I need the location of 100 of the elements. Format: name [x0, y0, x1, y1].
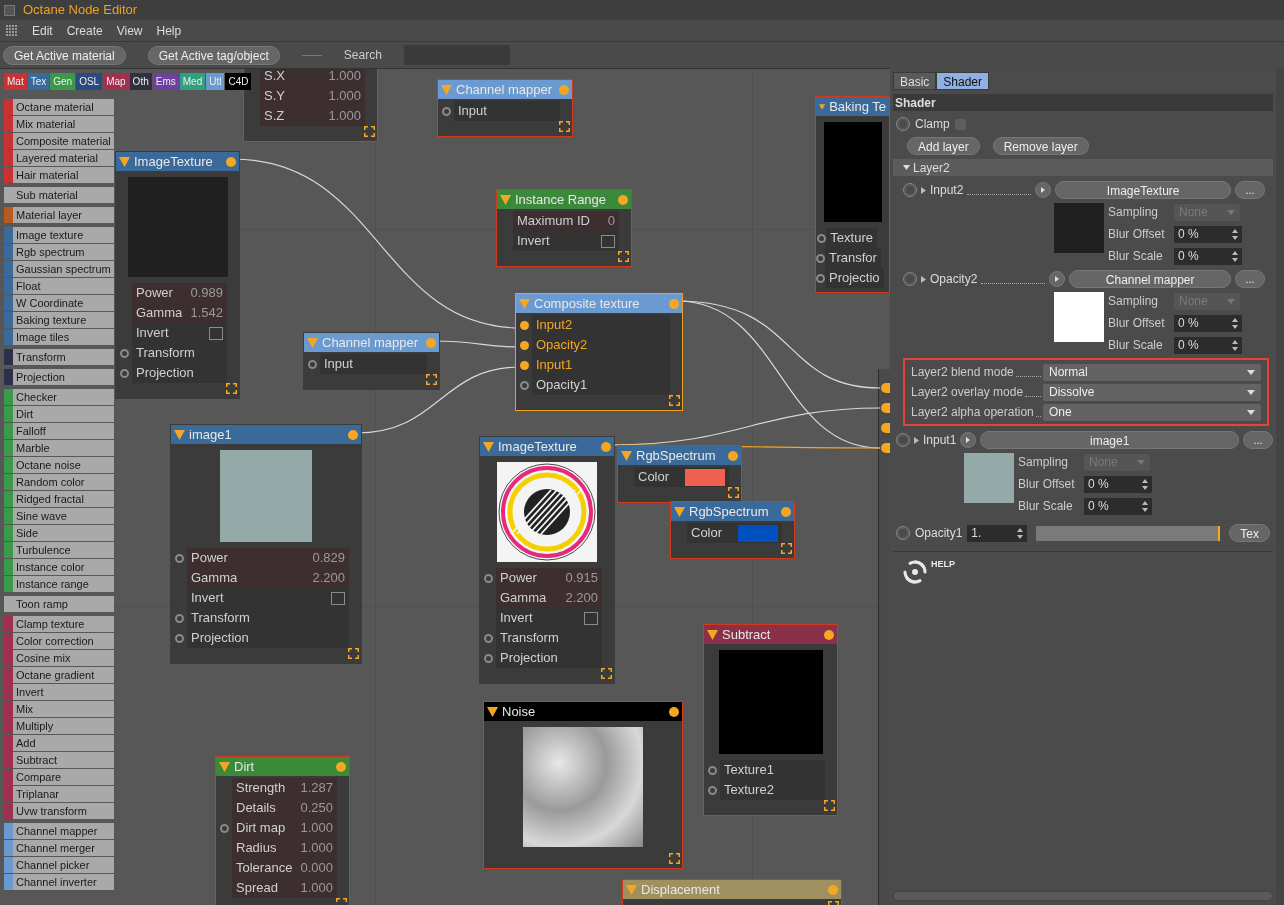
input-port[interactable] [483, 573, 493, 583]
row-value[interactable]: 0 [607, 211, 615, 231]
shader-link-button[interactable]: ImageTexture [1055, 181, 1231, 199]
layer-button[interactable]: Remove layer [992, 137, 1089, 155]
palette-item[interactable]: Instance color [4, 559, 114, 575]
grip-icon[interactable] [6, 24, 18, 37]
category-tab[interactable]: Oth [129, 73, 152, 90]
window-icon[interactable] [4, 4, 15, 16]
input-port[interactable] [519, 380, 529, 390]
spinner-icon[interactable] [1232, 317, 1238, 329]
row-value[interactable]: 1.000 [300, 878, 333, 898]
row-value[interactable]: 1.000 [300, 838, 333, 858]
palette-item[interactable]: Channel inverter [4, 874, 114, 890]
row-value[interactable]: 0.989 [190, 283, 223, 303]
spinner-icon[interactable] [1232, 339, 1238, 351]
palette-item[interactable]: Channel picker [4, 857, 114, 873]
number-field[interactable]: 0 % [1084, 497, 1152, 515]
invert-checkbox[interactable] [601, 234, 615, 248]
color-swatch[interactable] [738, 524, 778, 542]
spinner-icon[interactable] [1142, 500, 1148, 512]
resize-icon[interactable] [824, 800, 835, 811]
palette-item[interactable]: Triplanar [4, 786, 114, 802]
palette-item[interactable]: Composite material [4, 133, 114, 149]
row-value[interactable]: 1.000 [328, 106, 361, 126]
palette-item[interactable]: Transform [4, 349, 114, 365]
category-tab[interactable]: C4D [225, 73, 252, 90]
resize-icon[interactable] [669, 395, 680, 406]
row-value[interactable]: 0.915 [565, 568, 598, 588]
palette-item[interactable]: Side [4, 525, 114, 541]
input-port[interactable] [483, 653, 493, 663]
row-value[interactable]: 0.250 [300, 798, 333, 818]
menu-item[interactable]: Edit [32, 21, 53, 40]
palette-item[interactable]: Image texture [4, 227, 114, 243]
palette-item[interactable]: Instance range [4, 576, 114, 592]
palette-item[interactable]: Turbulence [4, 542, 114, 558]
invert-checkbox[interactable] [584, 611, 598, 625]
number-field[interactable]: 0 % [1174, 225, 1242, 243]
tex-button[interactable]: Tex [1229, 524, 1270, 542]
input-port[interactable] [519, 360, 529, 370]
more-button[interactable]: ... [1235, 270, 1265, 288]
node-header[interactable]: Noise [484, 702, 682, 721]
palette-item[interactable]: Checker [4, 389, 114, 405]
input-port[interactable] [119, 368, 129, 378]
slider-track[interactable] [1036, 525, 1221, 541]
play-button[interactable] [1049, 271, 1066, 287]
palette-item[interactable]: Image tiles [4, 329, 114, 345]
play-button[interactable] [960, 432, 977, 448]
node-card[interactable]: ImageTexture Power 0.989 Gamma 1.542 Invert Transform Projection [115, 151, 240, 399]
spinner-icon[interactable] [1142, 478, 1148, 490]
spinner-icon[interactable] [1232, 228, 1238, 240]
resize-icon[interactable] [559, 121, 570, 132]
resize-icon[interactable] [226, 383, 237, 394]
input-port[interactable] [707, 785, 717, 795]
menu-item[interactable]: View [116, 21, 143, 40]
palette-item[interactable]: Channel mapper [4, 823, 114, 839]
palette-item[interactable]: Octane gradient [4, 667, 114, 683]
expand-triangle-icon[interactable] [914, 436, 919, 444]
palette-item[interactable]: Rgb spectrum [4, 244, 114, 260]
palette-item[interactable]: Ridged fractal [4, 491, 114, 507]
palette-item[interactable]: Add [4, 735, 114, 751]
number-field[interactable]: 0 % [1084, 475, 1152, 493]
input-port[interactable] [174, 553, 184, 563]
expand-triangle-icon[interactable] [921, 275, 926, 283]
palette-item[interactable]: Layered material [4, 150, 114, 166]
input-port[interactable] [174, 613, 184, 623]
node-card[interactable]: Noise [483, 701, 683, 869]
output-port[interactable] [669, 706, 679, 717]
color-swatch[interactable] [685, 468, 725, 486]
row-value[interactable]: 2.200 [312, 568, 345, 588]
input-port[interactable] [174, 633, 184, 643]
resize-icon[interactable] [348, 648, 359, 659]
resize-icon[interactable] [618, 251, 629, 262]
input-port[interactable] [519, 340, 529, 350]
resize-icon[interactable] [364, 126, 375, 137]
input-port[interactable] [483, 633, 493, 643]
node-card[interactable]: Baking Te Texture Transfor Projectio [815, 96, 890, 293]
palette-item[interactable]: Compare [4, 769, 114, 785]
more-button[interactable]: ... [1243, 431, 1273, 449]
palette-item[interactable]: Hair material [4, 167, 114, 183]
input-port[interactable] [707, 765, 717, 775]
more-button[interactable]: ... [1235, 181, 1265, 199]
resize-icon[interactable] [426, 374, 437, 385]
palette-item[interactable]: Multiply [4, 718, 114, 734]
help-logo-icon[interactable] [901, 558, 929, 586]
resize-icon[interactable] [601, 668, 612, 679]
palette-item[interactable]: Float [4, 278, 114, 294]
layer-button[interactable]: Add layer [907, 137, 980, 155]
palette-item[interactable]: Projection [4, 369, 114, 385]
tab[interactable]: Shader [936, 72, 990, 90]
play-button[interactable] [1035, 182, 1052, 198]
row-value[interactable]: 0.829 [312, 548, 345, 568]
node-card[interactable]: Channel mapper Input [303, 332, 440, 390]
row-value[interactable]: 1.542 [190, 303, 223, 323]
category-tab[interactable]: Ems [152, 73, 179, 90]
number-field[interactable]: 0 % [1174, 314, 1242, 332]
row-value[interactable]: 1.000 [328, 69, 361, 86]
palette-item[interactable]: Mix [4, 701, 114, 717]
row-value[interactable]: 0.000 [300, 858, 333, 878]
input-port[interactable] [219, 823, 229, 833]
input-port[interactable] [519, 320, 529, 330]
